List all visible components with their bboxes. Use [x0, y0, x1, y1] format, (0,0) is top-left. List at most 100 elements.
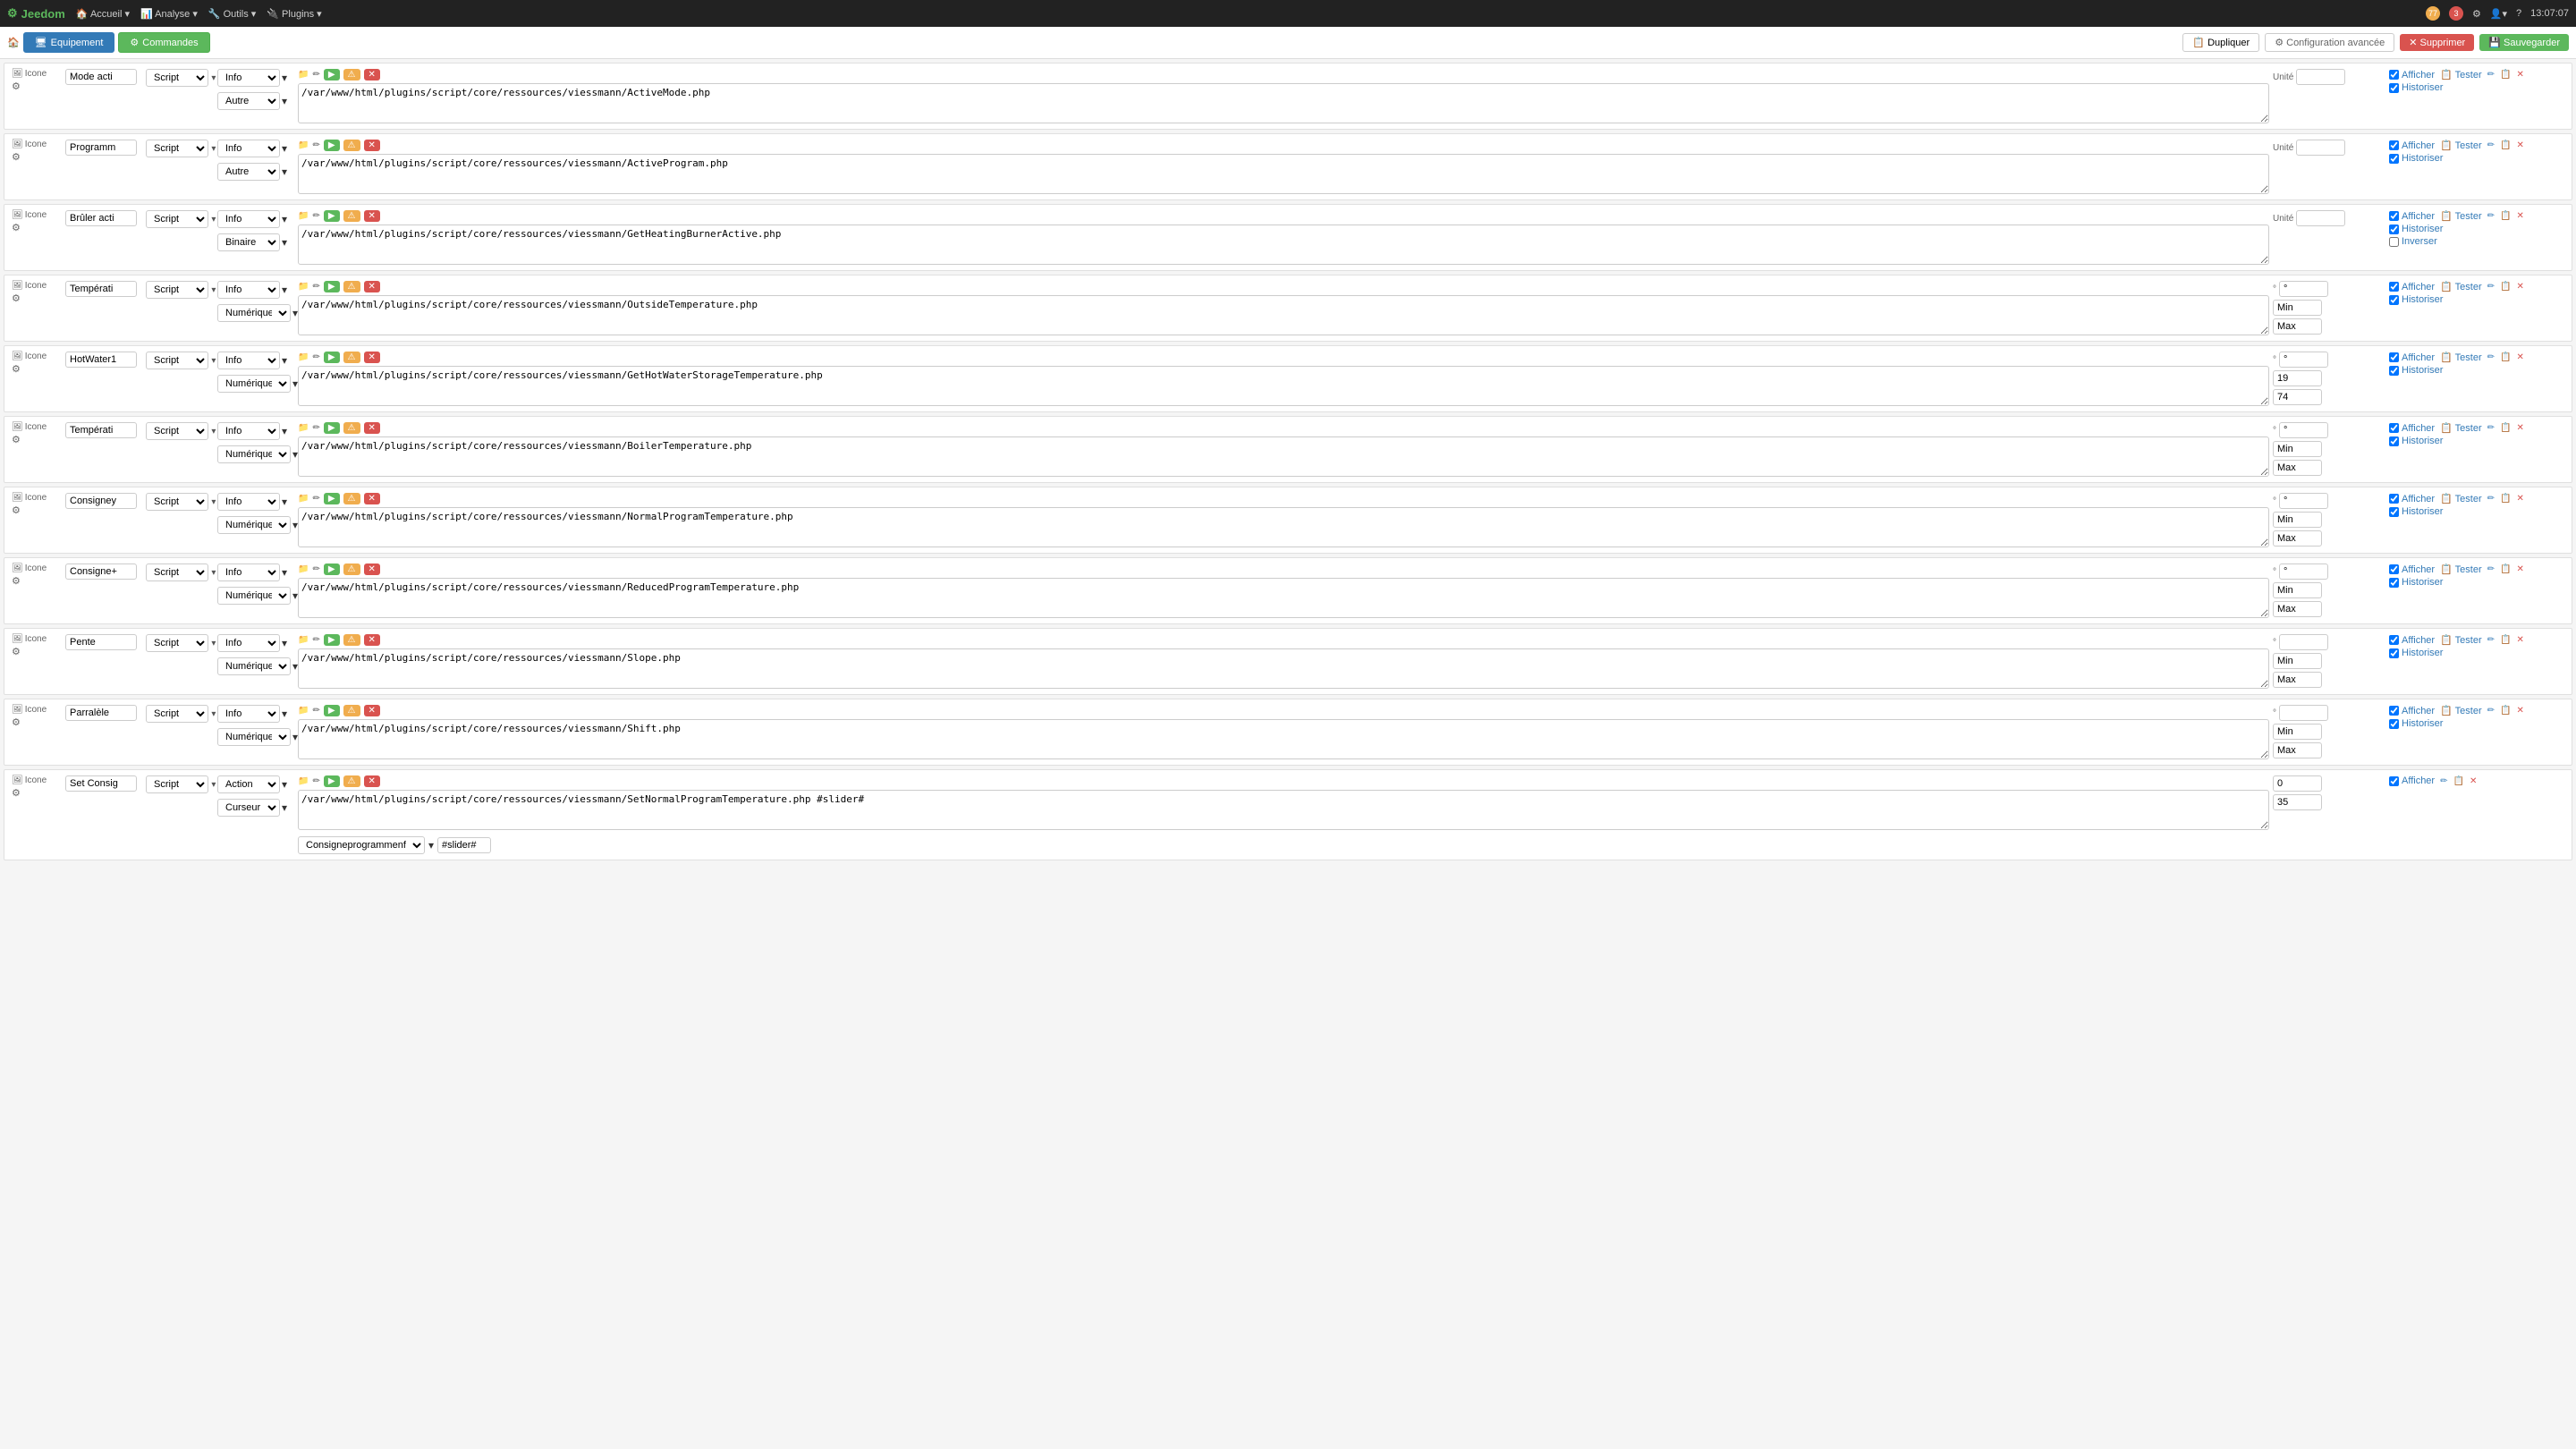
- folder-icon[interactable]: 📁: [298, 352, 309, 362]
- copy-icon[interactable]: 📋: [2500, 706, 2511, 716]
- edit-script-icon[interactable]: ✏: [312, 140, 319, 150]
- type-select[interactable]: Script: [146, 352, 208, 369]
- name-input[interactable]: [65, 422, 137, 438]
- gear-icon[interactable]: ⚙: [12, 80, 65, 92]
- unit-input[interactable]: [2273, 775, 2322, 792]
- unit-input[interactable]: [2279, 564, 2328, 580]
- historiser-checkbox[interactable]: [2389, 648, 2399, 658]
- name-input[interactable]: [65, 493, 137, 509]
- tester-link[interactable]: 📋 Tester: [2440, 69, 2482, 80]
- subtype-select[interactable]: Action: [217, 775, 280, 793]
- edit-icon[interactable]: ✏: [2487, 564, 2495, 574]
- subtype2-select[interactable]: Binaire: [217, 233, 280, 251]
- edit-icon[interactable]: ✏: [2487, 352, 2495, 362]
- nav-user[interactable]: 👤▾: [2490, 8, 2507, 20]
- delete-row-icon[interactable]: ✕: [2516, 282, 2523, 292]
- subtype-select[interactable]: Info: [217, 140, 280, 157]
- copy-icon[interactable]: 📋: [2453, 776, 2463, 786]
- delete-row-icon[interactable]: ✕: [2516, 706, 2523, 716]
- tester-link[interactable]: 📋 Tester: [2440, 705, 2482, 716]
- copy-icon[interactable]: 📋: [2500, 211, 2511, 221]
- script-textarea[interactable]: /var/www/html/plugins/script/core/ressou…: [298, 719, 2269, 759]
- test-orange-btn[interactable]: ⚠: [343, 281, 360, 292]
- type-select[interactable]: Script: [146, 705, 208, 723]
- edit-script-icon[interactable]: ✏: [312, 494, 319, 504]
- afficher-label[interactable]: Afficher: [2402, 423, 2435, 434]
- subtype-select[interactable]: Info: [217, 210, 280, 228]
- test-orange-btn[interactable]: ⚠: [343, 422, 360, 434]
- delete-row-icon[interactable]: ✕: [2516, 140, 2523, 150]
- test-orange-btn[interactable]: ⚠: [343, 564, 360, 575]
- icon-button[interactable]: 🖼 Icone: [12, 705, 65, 715]
- icon-button[interactable]: 🖼 Icone: [12, 775, 65, 785]
- folder-icon[interactable]: 📁: [298, 70, 309, 80]
- unit-input[interactable]: [2279, 281, 2328, 297]
- edit-script-icon[interactable]: ✏: [312, 70, 319, 80]
- gear-icon[interactable]: ⚙: [12, 575, 65, 587]
- edit-script-icon[interactable]: ✏: [312, 352, 319, 362]
- icon-button[interactable]: 🖼 Icone: [12, 564, 65, 573]
- copy-icon[interactable]: 📋: [2500, 494, 2511, 504]
- edit-icon[interactable]: ✏: [2487, 494, 2495, 504]
- test-red-btn[interactable]: ✕: [364, 422, 380, 434]
- max-input[interactable]: [2273, 672, 2322, 688]
- tab-commands[interactable]: ⚙ Commandes: [118, 32, 209, 53]
- folder-icon[interactable]: 📁: [298, 423, 309, 433]
- subtype-select[interactable]: Info: [217, 634, 280, 652]
- script-textarea[interactable]: /var/www/html/plugins/script/core/ressou…: [298, 83, 2269, 123]
- type-select[interactable]: Script: [146, 140, 208, 157]
- edit-script-icon[interactable]: ✏: [312, 423, 319, 433]
- max-input[interactable]: [2273, 389, 2322, 405]
- name-input[interactable]: [65, 564, 137, 580]
- type-select[interactable]: Script: [146, 493, 208, 511]
- gear-icon[interactable]: ⚙: [12, 504, 65, 516]
- type-select[interactable]: Script: [146, 210, 208, 228]
- historiser-label[interactable]: Historiser: [2402, 436, 2443, 446]
- slider-input[interactable]: [437, 837, 491, 853]
- test-red-btn[interactable]: ✕: [364, 352, 380, 363]
- historiser-checkbox[interactable]: [2389, 225, 2399, 234]
- gear-icon[interactable]: ⚙: [12, 292, 65, 304]
- afficher-label[interactable]: Afficher: [2402, 564, 2435, 575]
- subtype2-select[interactable]: Numérique: [217, 304, 291, 322]
- save-button[interactable]: 💾 Sauvegarder: [2479, 34, 2569, 51]
- inverser-label[interactable]: Inverser: [2402, 236, 2437, 247]
- test-green-btn[interactable]: ▶: [324, 422, 340, 434]
- folder-icon[interactable]: 📁: [298, 776, 309, 786]
- afficher-label[interactable]: Afficher: [2402, 211, 2435, 222]
- subtype2-select[interactable]: Numérique: [217, 587, 291, 605]
- historiser-checkbox[interactable]: [2389, 295, 2399, 305]
- unit-input[interactable]: [2296, 210, 2345, 226]
- test-green-btn[interactable]: ▶: [324, 352, 340, 363]
- test-green-btn[interactable]: ▶: [324, 281, 340, 292]
- test-orange-btn[interactable]: ⚠: [343, 705, 360, 716]
- subtype2-select[interactable]: Autre: [217, 163, 280, 181]
- historiser-label[interactable]: Historiser: [2402, 506, 2443, 517]
- edit-icon[interactable]: ✏: [2487, 211, 2495, 221]
- copy-icon[interactable]: 📋: [2500, 70, 2511, 80]
- icon-button[interactable]: 🖼 Icone: [12, 422, 65, 432]
- edit-icon[interactable]: ✏: [2487, 635, 2495, 645]
- test-red-btn[interactable]: ✕: [364, 705, 380, 716]
- historiser-label[interactable]: Historiser: [2402, 648, 2443, 658]
- edit-script-icon[interactable]: ✏: [312, 211, 319, 221]
- unit-input[interactable]: [2279, 493, 2328, 509]
- folder-icon[interactable]: 📁: [298, 635, 309, 645]
- tester-link[interactable]: 📋 Tester: [2440, 422, 2482, 434]
- folder-icon[interactable]: 📁: [298, 211, 309, 221]
- test-red-btn[interactable]: ✕: [364, 775, 380, 787]
- subtype-select[interactable]: Info: [217, 281, 280, 299]
- name-input[interactable]: [65, 210, 137, 226]
- name-input[interactable]: [65, 281, 137, 297]
- afficher-label[interactable]: Afficher: [2402, 635, 2435, 646]
- afficher-checkbox[interactable]: [2389, 776, 2399, 786]
- unit-input[interactable]: [2296, 69, 2345, 85]
- name-input[interactable]: [65, 705, 137, 721]
- inverser-checkbox[interactable]: [2389, 237, 2399, 247]
- min-input[interactable]: [2273, 794, 2322, 810]
- afficher-checkbox[interactable]: [2389, 423, 2399, 433]
- unit-input[interactable]: [2279, 422, 2328, 438]
- historiser-checkbox[interactable]: [2389, 578, 2399, 588]
- folder-icon[interactable]: 📁: [298, 494, 309, 504]
- historiser-label[interactable]: Historiser: [2402, 82, 2443, 93]
